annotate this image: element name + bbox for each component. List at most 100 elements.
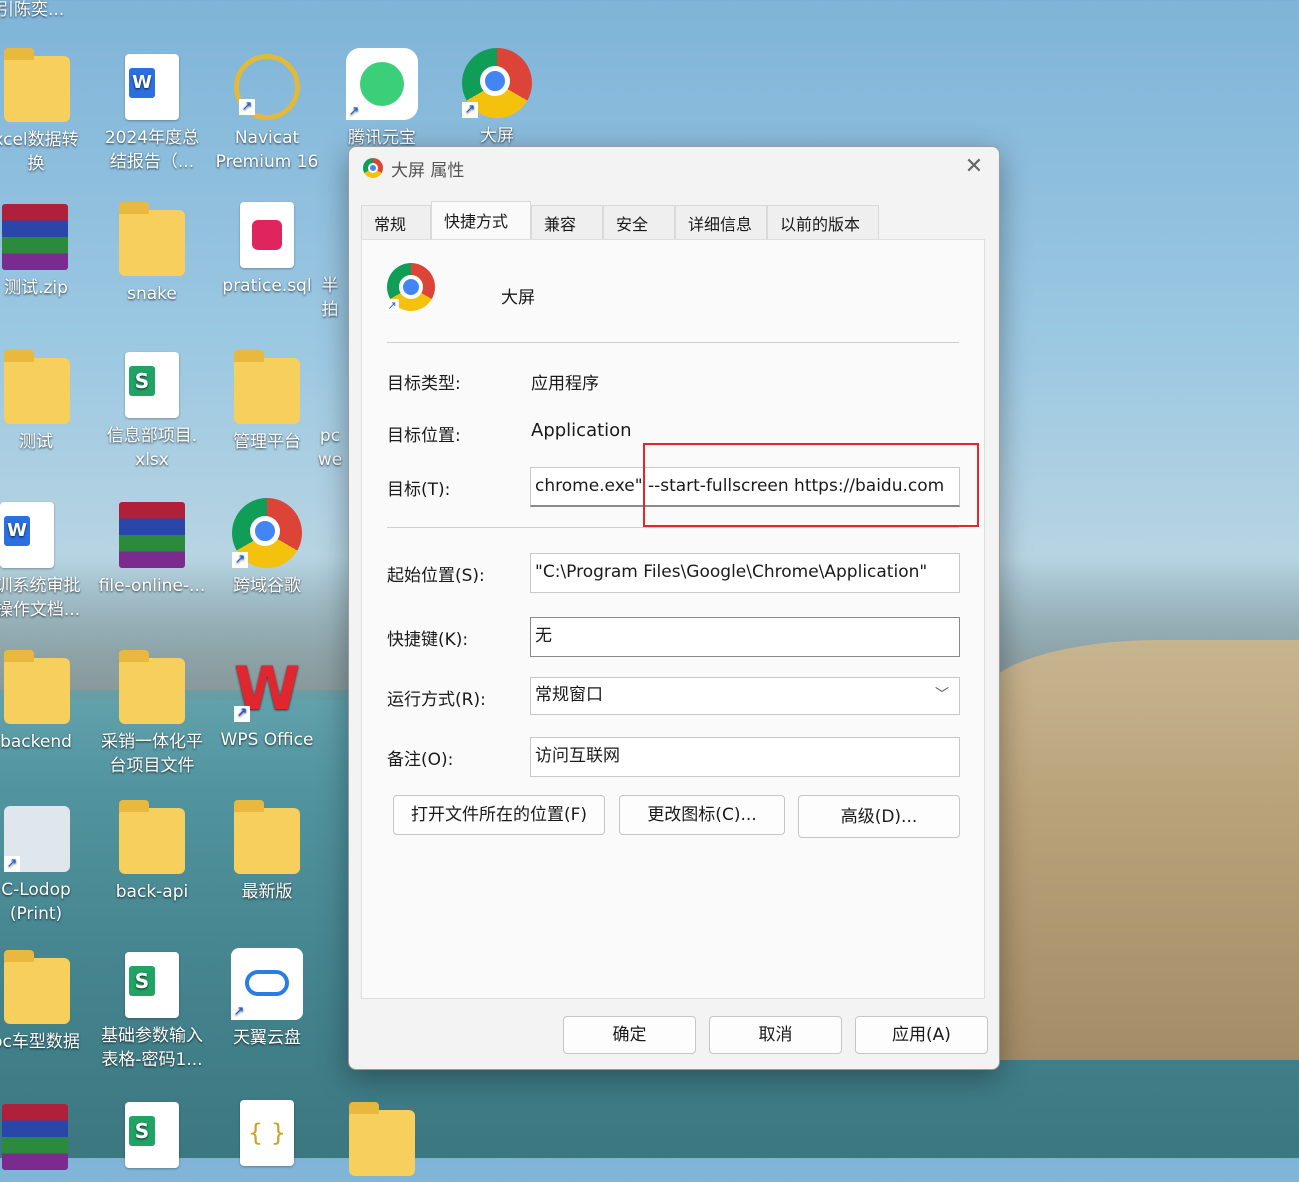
shortcut-key-input[interactable]: 无 bbox=[530, 617, 960, 657]
highlight-annotation bbox=[643, 443, 979, 527]
folder-icon bbox=[4, 350, 70, 424]
dialog-titlebar[interactable]: 大屏 属性 ✕ bbox=[349, 147, 999, 187]
shortcut-name: 大屏 bbox=[501, 288, 535, 308]
chrome-icon: ↗ bbox=[462, 48, 532, 118]
desktop-icon-label: 跨域谷歌 bbox=[233, 576, 301, 596]
dialog-title: 大屏 属性 bbox=[391, 161, 465, 181]
target-type-label: 目标类型: bbox=[387, 374, 461, 394]
desktop-icon-base-params[interactable]: S 基础参数输入 表格-密码1... bbox=[96, 952, 208, 1072]
desktop-icon-wps-office[interactable]: W ↗ WPS Office bbox=[211, 656, 323, 752]
properties-dialog: 大屏 属性 ✕ 常规 快捷方式 兼容性 安全 详细信息 以前的版本 ↗ 大屏 目… bbox=[348, 146, 1000, 1070]
desktop-icon-label: 大屏 bbox=[480, 126, 514, 146]
desktop-icon-test-zip[interactable]: 测试.zip bbox=[0, 204, 92, 300]
desktop-icon-backend[interactable]: backend bbox=[0, 650, 92, 754]
chrome-icon: ↗ bbox=[232, 498, 302, 568]
desktop-icon-procurement-project[interactable]: 采销一体化平 台项目文件 bbox=[96, 650, 208, 778]
desktop-icon-c-lodop[interactable]: ↗ C-Lodop (Print) bbox=[0, 806, 92, 926]
cancel-button[interactable]: 取消 bbox=[709, 1016, 842, 1054]
run-select-value: 常规窗口 bbox=[535, 685, 603, 705]
desktop-icon-label: Navicat Premium 16 bbox=[215, 128, 319, 172]
desktop-icon-label: 测试 bbox=[19, 432, 53, 452]
tab-compatibility[interactable]: 兼容性 bbox=[531, 205, 603, 272]
comment-input[interactable]: 访问互联网 bbox=[530, 737, 960, 777]
chrome-icon: ↗ bbox=[385, 263, 435, 313]
shortcut-arrow-icon: ↗ bbox=[239, 99, 255, 115]
chrome-icon bbox=[363, 158, 383, 178]
excel-doc-icon: S bbox=[125, 352, 179, 418]
start-in-input[interactable]: "C:\Program Files\Google\Chrome\Applicat… bbox=[530, 553, 960, 593]
json-file-icon: { } bbox=[240, 1100, 294, 1166]
desktop-icon-label: 最新版 bbox=[241, 882, 293, 902]
desktop-icon-excel-convert[interactable]: xcel数据转 换 bbox=[0, 48, 92, 176]
yuanbao-icon: ↗ bbox=[346, 48, 418, 120]
shortcut-arrow-icon: ↗ bbox=[231, 1004, 247, 1020]
wps-icon: W ↗ bbox=[234, 654, 301, 724]
desktop-icon-back-api[interactable]: back-api bbox=[96, 800, 208, 904]
chevron-down-icon: ﹀ bbox=[935, 687, 949, 703]
apply-button[interactable]: 应用(A) bbox=[855, 1016, 988, 1054]
tab-general[interactable]: 常规 bbox=[361, 205, 431, 239]
folder-icon bbox=[119, 650, 185, 724]
desktop-icon-label: C-Lodop (Print) bbox=[1, 880, 71, 924]
shortcut-arrow-icon: ↗ bbox=[346, 104, 362, 120]
navicat-icon: ↗ bbox=[234, 54, 300, 120]
desktop-icon-label: xcel数据转 换 bbox=[0, 130, 79, 174]
desktop-icon-label: 测试.zip bbox=[4, 278, 68, 298]
advanced-button[interactable]: 高级(D)... bbox=[798, 795, 960, 838]
ok-button[interactable]: 确定 bbox=[563, 1016, 696, 1054]
divider bbox=[387, 527, 959, 528]
desktop-icon-bottom-rar[interactable] bbox=[0, 1104, 92, 1176]
desktop-icon-report-2024[interactable]: W 2024年度总 结报告（... bbox=[96, 54, 208, 174]
desktop-icon-cors-chrome[interactable]: ↗ 跨域谷歌 bbox=[211, 498, 323, 598]
desktop-icon-tianyi-cloud[interactable]: ↗ 天翼云盘 bbox=[211, 948, 323, 1050]
folder-icon bbox=[349, 1102, 415, 1176]
desktop-icon-test-folder[interactable]: 测试 bbox=[0, 350, 92, 454]
change-icon-button[interactable]: 更改图标(C)... bbox=[619, 795, 785, 835]
desktop-icon-navicat[interactable]: ↗ Navicat Premium 16 bbox=[211, 54, 323, 174]
desktop-icon-label: 信息部项目. xlsx bbox=[106, 426, 198, 470]
divider bbox=[387, 342, 959, 343]
excel-doc-icon: S bbox=[125, 952, 179, 1018]
tab-previous-versions[interactable]: 以前的版本 bbox=[767, 205, 879, 239]
desktop-icon-label: 基础参数输入 表格-密码1... bbox=[101, 1026, 203, 1070]
tab-shortcut[interactable]: 快捷方式 bbox=[431, 201, 531, 239]
comment-label: 备注(O): bbox=[387, 750, 454, 770]
winrar-icon bbox=[2, 204, 68, 270]
desktop-icon-training-doc[interactable]: W 训系统审批 操作文档... bbox=[0, 502, 96, 622]
desktop-icon-snake[interactable]: snake bbox=[96, 202, 208, 306]
winrar-icon bbox=[2, 1104, 68, 1170]
shortcut-arrow-icon: ↗ bbox=[234, 706, 250, 722]
desktop-icon-dapin[interactable]: ↗ 大屏 bbox=[441, 48, 553, 148]
desktop-icon-bottom-json[interactable]: { } bbox=[211, 1100, 323, 1172]
winrar-icon bbox=[119, 502, 185, 568]
desktop-icon-label: oc车型数据 bbox=[0, 1032, 80, 1052]
desktop-icon-label: 采销一体化平 台项目文件 bbox=[101, 732, 203, 776]
folder-icon bbox=[119, 800, 185, 874]
run-select[interactable]: 常规窗口 ﹀ bbox=[530, 677, 960, 715]
desktop-icon-vehicle-data[interactable]: oc车型数据 bbox=[0, 950, 92, 1054]
desktop-icon-label: 2024年度总 结报告（... bbox=[104, 128, 200, 172]
shortcut-arrow-icon: ↗ bbox=[462, 102, 478, 118]
close-button[interactable]: ✕ bbox=[953, 151, 995, 183]
folder-icon bbox=[4, 950, 70, 1024]
tab-details[interactable]: 详细信息 bbox=[675, 205, 767, 239]
start-in-label: 起始位置(S): bbox=[387, 566, 485, 586]
shortcut-key-label: 快捷键(K): bbox=[387, 630, 469, 650]
folder-icon bbox=[4, 650, 70, 724]
tab-security[interactable]: 安全 bbox=[603, 205, 675, 239]
desktop-icon-latest-version[interactable]: 最新版 bbox=[211, 800, 323, 904]
printer-icon: ↗ bbox=[4, 806, 70, 872]
open-file-location-button[interactable]: 打开文件所在的位置(F) bbox=[393, 795, 605, 835]
desktop-icon-label: back-api bbox=[115, 882, 189, 902]
desktop-icon-tencent-yuanbao[interactable]: ↗ 腾讯元宝 bbox=[326, 48, 438, 150]
desktop-icon-label: snake bbox=[127, 284, 177, 304]
desktop-icon-bottom-sheet[interactable]: S bbox=[96, 1102, 208, 1174]
target-location-label: 目标位置: bbox=[387, 426, 461, 446]
desktop-icon-bottom-folder[interactable] bbox=[326, 1102, 438, 1182]
target-type-value: 应用程序 bbox=[531, 374, 599, 394]
desktop-icon-label: WPS Office bbox=[220, 730, 314, 750]
desktop-icon-label: 训系统审批 操作文档... bbox=[0, 576, 81, 620]
desktop-icon-file-online[interactable]: file-online-... bbox=[96, 502, 208, 598]
desktop-icon-info-project-xlsx[interactable]: S 信息部项目. xlsx bbox=[96, 352, 208, 472]
sql-file-icon bbox=[240, 202, 294, 268]
